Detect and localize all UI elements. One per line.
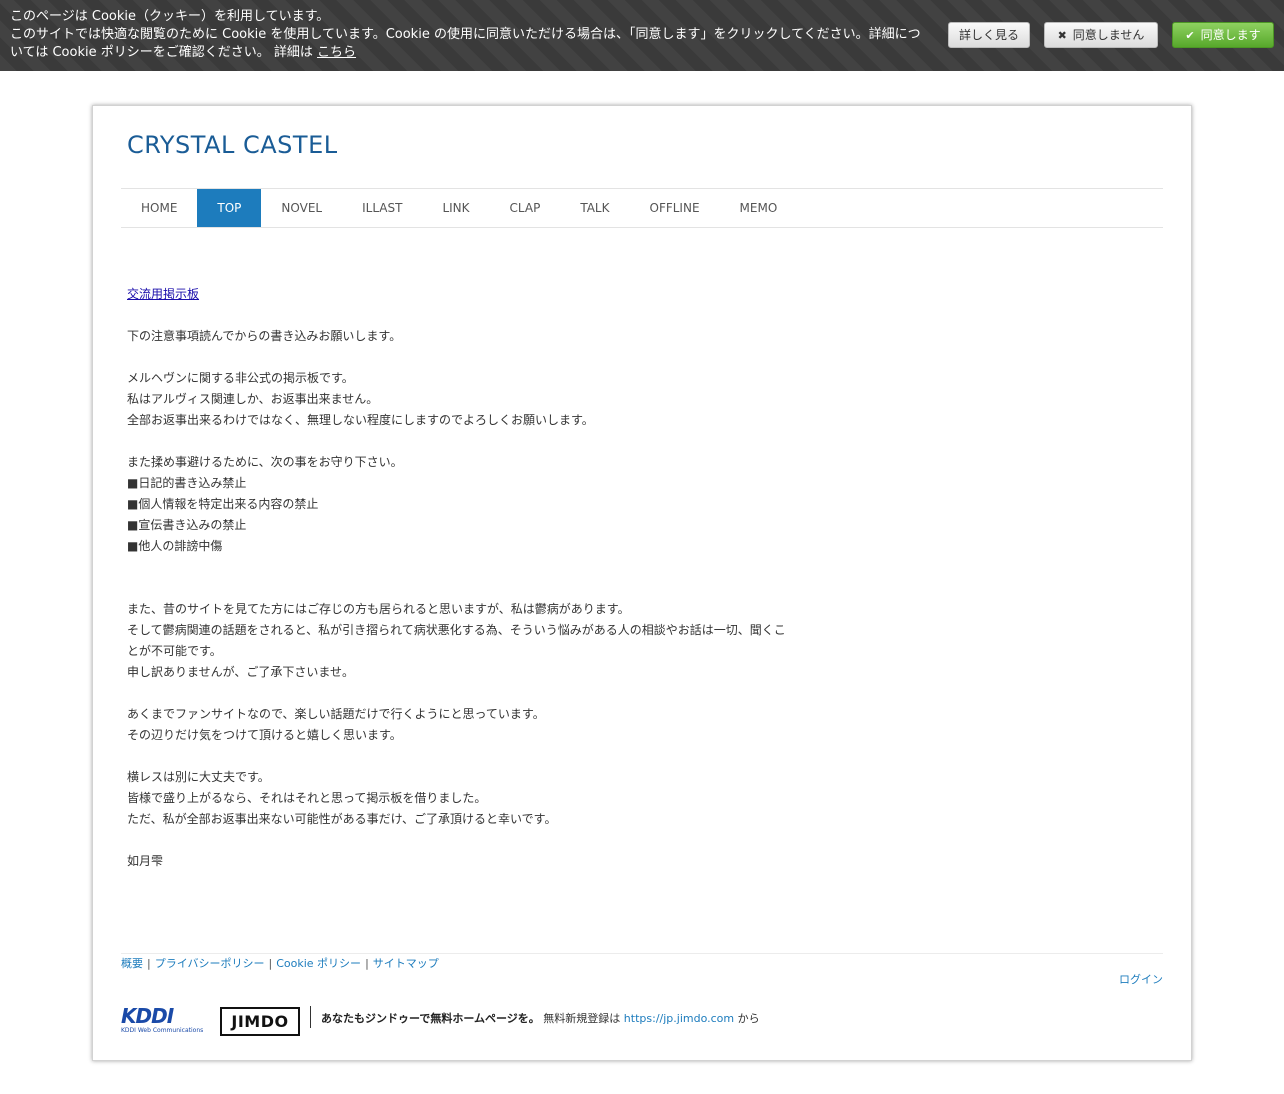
promo-text: 無料新規登録は <box>539 1012 624 1025</box>
content-line: 私はアルヴィス関連しか、お返事出来ません。 <box>127 392 379 406</box>
content-line: 全部お返事出来るわけではなく、無理しない程度にしますのでよろしくお願いします。 <box>127 413 594 427</box>
content-line: また、昔のサイトを見てた方にはご存じの方も居られると思いますが、私は鬱病がありま… <box>127 602 630 616</box>
content-line: メルヘヴンに関する非公式の掲示板です。 <box>127 371 354 385</box>
jimdo-logo[interactable]: JIMDO <box>220 1007 300 1036</box>
cookie-more-button[interactable]: 詳しく見る <box>948 22 1030 48</box>
jimdo-promo: あなたもジンドゥーで無料ホームページを。 無料新規登録は https://jp.… <box>321 1010 760 1026</box>
cookie-details-link[interactable]: こちら <box>317 45 356 60</box>
cookie-line-1: このページは Cookie（クッキー）を利用しています。 <box>10 9 330 24</box>
content-line: ■他人の誹謗中傷 <box>127 539 223 553</box>
content-line <box>127 830 807 851</box>
footer-link[interactable]: プライバシーポリシー <box>155 957 265 970</box>
jimdo-url-link[interactable]: https://jp.jimdo.com <box>624 1012 734 1025</box>
login-link[interactable]: ログイン <box>1119 971 1163 987</box>
promo-headline: あなたもジンドゥーで無料ホームページを。 <box>321 1012 540 1025</box>
content-line: そして鬱病関連の話題をされると、私が引き摺られて病状悪化する為、そういう悩みがあ… <box>127 623 786 637</box>
content-line: 下の注意事項読んでからの書き込みお願いします。 <box>127 329 402 343</box>
footer-link-separator: | <box>268 957 273 970</box>
main-content: 交流用掲示板 下の注意事項読んでからの書き込みお願いします。 メルヘヴンに関する非… <box>127 284 807 872</box>
cookie-decline-label: 同意しません <box>1072 28 1145 42</box>
footer-link[interactable]: Cookie ポリシー <box>276 957 361 970</box>
content-line <box>127 746 807 767</box>
footer-separator <box>310 1006 311 1028</box>
main-navigation: HOME TOP NOVEL ILLAST LINK CLAP TALK OFFLINE MEM… <box>121 188 1163 228</box>
content-line: ■宣伝書き込みの禁止 <box>127 518 247 532</box>
nav-item-link[interactable]: LINK <box>422 189 489 227</box>
kddi-logo[interactable]: KDDI KDDI Web Communications <box>121 1005 209 1038</box>
cookie-consent-bar: このページは Cookie（クッキー）を利用しています。 このサイトでは快適な閲… <box>0 0 1284 71</box>
cookie-accept-label: 同意します <box>1200 28 1261 42</box>
content-line: 皆様で盛り上がるなら、それはそれと思って掲示板を借りました。 <box>127 791 487 805</box>
page-container: CRYSTAL CASTEL HOME TOP NOVEL ILLAST LINK CLA… <box>92 105 1192 1061</box>
footer-link-separator: | <box>147 957 151 970</box>
content-line <box>127 305 807 326</box>
nav-item-talk[interactable]: TALK <box>560 189 629 227</box>
footer-link-separator: | <box>365 957 369 970</box>
content-text: 下の注意事項読んでからの書き込みお願いします。 メルヘヴンに関する非公式の掲示板で… <box>127 305 807 872</box>
footer-link[interactable]: 概要 <box>121 957 143 970</box>
content-line <box>127 347 807 368</box>
nav-item-top[interactable]: TOP <box>197 189 262 227</box>
content-line <box>127 683 807 704</box>
cookie-more-label: 詳しく見る <box>958 28 1019 42</box>
cookie-accept-button[interactable]: ✔ 同意します <box>1172 22 1274 48</box>
kddi-logo-text: KDDI <box>121 1004 174 1028</box>
cookie-line-2: このサイトでは快適な閲覧のために Cookie を使用しています。Cookie … <box>10 27 921 42</box>
promo-suffix: から <box>734 1012 760 1025</box>
content-line: 横レスは別に大丈夫です。 <box>127 770 270 784</box>
content-line: ■個人情報を特定出来る内容の禁止 <box>127 497 319 511</box>
content-line <box>127 557 807 578</box>
cookie-line-3: いては Cookie ポリシーをご確認ください。 詳細は こちら <box>10 44 930 62</box>
content-line: とが不可能です。 <box>127 644 222 658</box>
nav-item-home[interactable]: HOME <box>121 189 197 227</box>
cookie-line-3-text: いては Cookie ポリシーをご確認ください。 詳細は <box>10 45 318 60</box>
nav-item-novel[interactable]: NOVEL <box>261 189 342 227</box>
nav-item-memo[interactable]: MEMO <box>720 189 798 227</box>
content-line: その辺りだけ気をつけて頂けると嬉しく思います。 <box>127 728 402 742</box>
content-line <box>127 578 807 599</box>
content-line: 申し訳ありませんが、ご了承下さいませ。 <box>127 665 355 679</box>
kddi-logo-subtitle: KDDI Web Communications <box>121 1027 204 1034</box>
board-link[interactable]: 交流用掲示板 <box>127 287 199 301</box>
content-line: ただ、私が全部お返事出来ない可能性がある事だけ、ご了承頂けると幸いです。 <box>127 812 557 826</box>
content-line: あくまでファンサイトなので、楽しい話題だけで行くようにと思っています。 <box>127 707 545 721</box>
nav-item-illast[interactable]: ILLAST <box>342 189 422 227</box>
footer-link[interactable]: サイトマップ <box>373 957 439 970</box>
footer-links: 概要 | プライバシーポリシー | Cookie ポリシー | サイトマップ <box>121 955 439 971</box>
footer-divider <box>121 953 1163 954</box>
check-icon: ✔ <box>1185 29 1195 42</box>
cookie-message: このページは Cookie（クッキー）を利用しています。 このサイトでは快適な閲… <box>10 8 930 62</box>
site-title[interactable]: CRYSTAL CASTEL <box>127 131 338 159</box>
cookie-decline-button[interactable]: ✖ 同意しません <box>1044 22 1158 48</box>
nav-item-offline[interactable]: OFFLINE <box>630 189 720 227</box>
close-icon: ✖ <box>1057 29 1067 42</box>
content-line: 如月雫 <box>127 854 164 868</box>
content-line: ■日記的書き込み禁止 <box>127 476 247 490</box>
content-line: また揉め事避けるために、次の事をお守り下さい。 <box>127 455 403 469</box>
content-line <box>127 431 807 452</box>
nav-item-clap[interactable]: CLAP <box>490 189 561 227</box>
